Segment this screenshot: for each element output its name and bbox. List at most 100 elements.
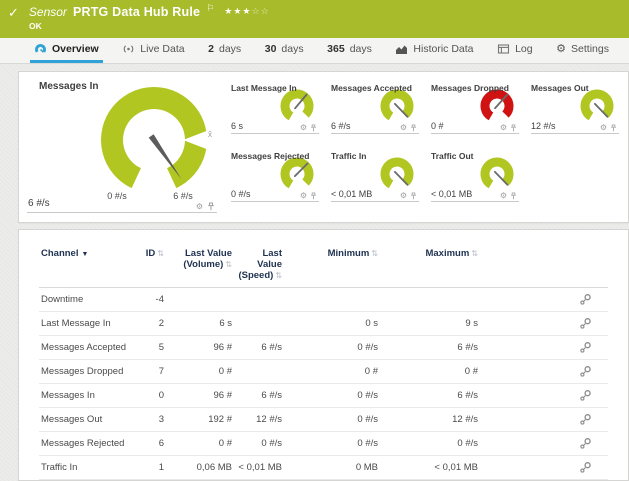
channel-minimum: 0 #/s [284, 408, 380, 432]
pin-icon[interactable] [207, 202, 215, 211]
pin-icon[interactable] [510, 124, 517, 132]
channel-last-value-speed: 6 #/s [234, 336, 284, 360]
channel-row[interactable]: Last Message In 2 6 s 0 s 9 s [39, 312, 608, 336]
channel-minimum: 0 #/s [284, 384, 380, 408]
channel-last-value-volume: 96 # [166, 336, 234, 360]
sort-icon: ⇅ [471, 249, 478, 258]
channels-table: Channel▼ ID⇅ Last Value (Volume)⇅ Last V… [39, 246, 608, 481]
mini-gauge-title: Messages Accepted [331, 83, 412, 93]
tab-days[interactable]: 365days [323, 38, 376, 63]
column-header-actions [480, 246, 608, 288]
channel-settings-icon[interactable] [579, 365, 592, 378]
main-gauge-value: 6 #/s [28, 198, 50, 209]
tab-log[interactable]: Log [493, 38, 537, 63]
column-header-id[interactable]: ID⇅ [136, 246, 166, 288]
column-header-maximum[interactable]: Maximum⇅ [380, 246, 480, 288]
tab-overview[interactable]: Overview [30, 38, 103, 63]
gear-icon[interactable]: ⚙ [300, 192, 307, 200]
star-icon[interactable]: ☆ [261, 6, 269, 17]
channel-last-value-speed: 6 #/s [234, 384, 284, 408]
star-icon[interactable]: ★ [233, 6, 241, 17]
historic-icon [395, 43, 408, 55]
pin-icon[interactable] [310, 124, 317, 132]
live-icon [122, 43, 135, 55]
gear-icon[interactable]: ⚙ [600, 124, 607, 132]
mini-gauge-panel: Messages Rejected 0 #/s ⚙ [229, 144, 321, 210]
tab-bar: OverviewLive Data2days30days365daysHisto… [0, 38, 629, 64]
tab-label: days [219, 43, 241, 55]
gear-icon[interactable]: ⚙ [400, 192, 407, 200]
channel-minimum [284, 288, 380, 312]
star-icon[interactable]: ★ [224, 6, 232, 17]
column-header-minimum[interactable]: Minimum⇅ [284, 246, 380, 288]
pin-icon[interactable] [410, 124, 417, 132]
gauge-marker-icon: x̂ [208, 130, 212, 139]
channel-row[interactable]: Messages Rejected 6 0 # 0 #/s 0 #/s 0 #/… [39, 432, 608, 456]
channel-row[interactable]: Messages Accepted 5 96 # 6 #/s 0 #/s 6 #… [39, 336, 608, 360]
mini-gauge-title: Last Message In [231, 83, 297, 93]
mini-gauge-panel: Messages Dropped 0 # ⚙ [429, 76, 521, 142]
channel-minimum: 0 #/s [284, 432, 380, 456]
channel-name: Messages In [39, 384, 136, 408]
star-icon[interactable]: ☆ [251, 6, 259, 17]
divider [331, 133, 419, 134]
channel-row[interactable]: Messages Dropped 7 0 # 0 # 0 # [39, 360, 608, 384]
gauge-icon [34, 43, 47, 55]
tab-days[interactable]: 30days [261, 38, 308, 63]
channel-maximum: 0 # [380, 360, 480, 384]
mini-gauge [373, 153, 419, 193]
channel-row[interactable]: Messages In 0 96 # 6 #/s 0 #/s 6 #/s [39, 384, 608, 408]
priority-stars[interactable]: ★★★☆☆ [224, 6, 268, 17]
channel-id: 3 [136, 408, 166, 432]
flag-icon[interactable]: ⚐ [206, 3, 214, 14]
status-check-icon: ✓ [8, 6, 19, 19]
pin-icon[interactable] [310, 192, 317, 200]
column-header-channel[interactable]: Channel▼ [39, 246, 136, 288]
channel-settings-icon[interactable] [579, 341, 592, 354]
channel-row[interactable]: Downtime -4 [39, 288, 608, 312]
channel-minimum: 0 MB [284, 456, 380, 480]
column-header-last-value-volume[interactable]: Last Value (Volume)⇅ [166, 246, 234, 288]
mini-gauge-title: Traffic In [331, 151, 366, 161]
tab-days[interactable]: 2days [204, 38, 245, 63]
tab-settings[interactable]: ⚙Settings [552, 38, 613, 63]
star-icon[interactable]: ★ [242, 6, 250, 17]
channel-settings-icon[interactable] [579, 389, 592, 402]
divider [531, 133, 619, 134]
channel-last-value-speed: < 0,01 MB [234, 456, 284, 480]
channel-settings-icon[interactable] [579, 317, 592, 330]
channel-row[interactable]: Messages Out 3 192 # 12 #/s 0 #/s 12 #/s [39, 408, 608, 432]
mini-gauge-value: 6 s [231, 121, 243, 131]
main-gauge-min-label: 0 #/s [97, 191, 137, 201]
gear-icon[interactable]: ⚙ [500, 124, 507, 132]
tab-label: Log [515, 43, 533, 55]
pin-icon[interactable] [610, 124, 617, 132]
channel-name: Traffic In [39, 456, 136, 480]
channel-settings-icon[interactable] [579, 413, 592, 426]
channel-id: 2 [136, 312, 166, 336]
channel-name: Last Message In [39, 312, 136, 336]
channel-settings-icon[interactable] [579, 437, 592, 450]
tab-live-data[interactable]: Live Data [118, 38, 188, 63]
mini-gauge [473, 153, 519, 193]
channel-last-value-speed [234, 288, 284, 312]
pin-icon[interactable] [510, 192, 517, 200]
column-header-last-value-speed[interactable]: Last Value (Speed)⇅ [234, 246, 284, 288]
divider [231, 133, 319, 134]
tab-number: 30 [265, 43, 277, 55]
gear-icon[interactable]: ⚙ [500, 192, 507, 200]
divider [331, 201, 419, 202]
channel-settings-icon[interactable] [579, 461, 592, 474]
gear-icon[interactable]: ⚙ [400, 124, 407, 132]
pin-icon[interactable] [410, 192, 417, 200]
channel-row[interactable]: Traffic In 1 0,06 MB < 0,01 MB 0 MB < 0,… [39, 456, 608, 480]
gear-icon[interactable]: ⚙ [300, 124, 307, 132]
gear-icon[interactable]: ⚙ [196, 203, 203, 211]
column-label: ID [146, 248, 156, 259]
channel-settings-icon[interactable] [579, 293, 592, 306]
sensor-type-label: Sensor [29, 5, 67, 19]
tab-label: Settings [571, 43, 609, 55]
channel-name: Messages Accepted [39, 336, 136, 360]
tab-historic-data[interactable]: Historic Data [391, 38, 477, 63]
channel-last-value-speed [234, 312, 284, 336]
